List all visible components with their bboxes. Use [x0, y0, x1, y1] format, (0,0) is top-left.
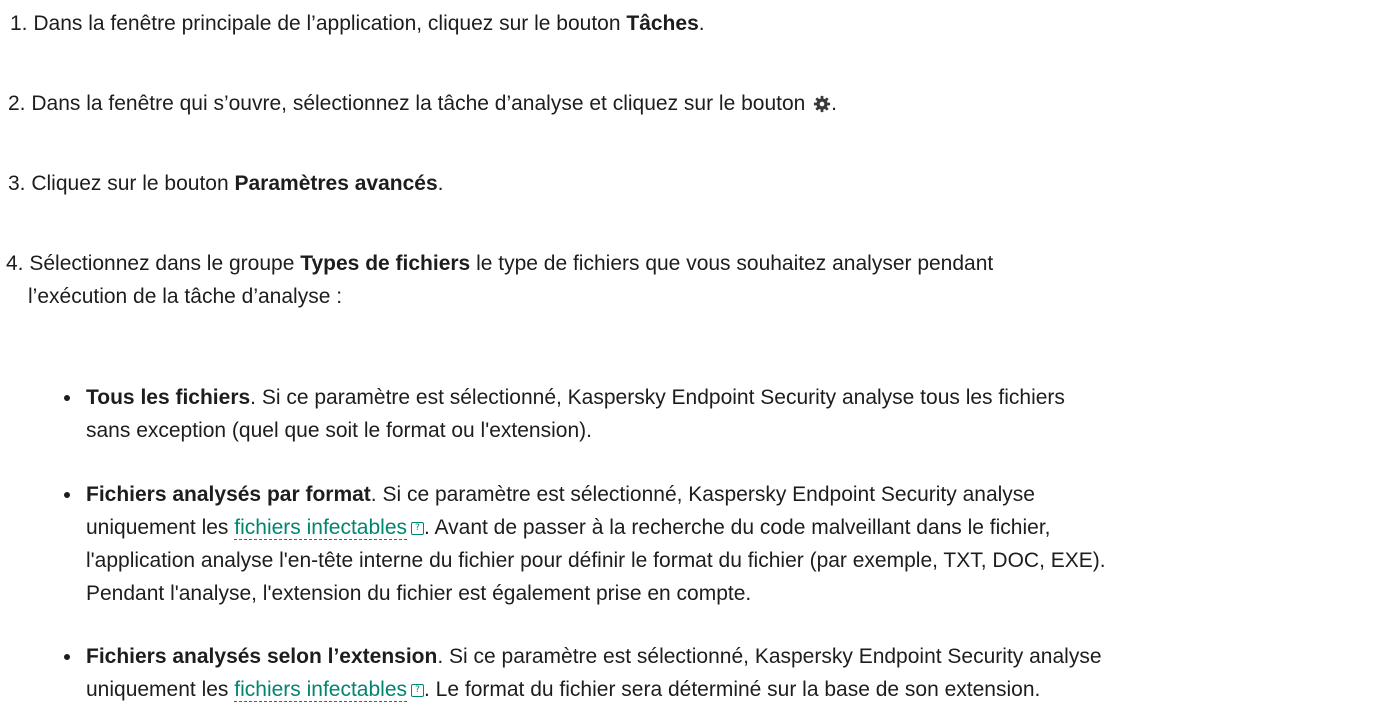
option-text: uniquement les — [86, 678, 235, 701]
step-text: Sélectionnez dans le groupe — [23, 252, 301, 275]
step-number: 3. — [8, 172, 26, 195]
option-title: Tous les fichiers — [86, 386, 251, 409]
step-text-cont: le type de fichiers que vous souhaitez a… — [470, 252, 994, 275]
fichiers-infectables-link[interactable]: fichiers infectables — [234, 678, 408, 702]
bullet — [64, 654, 70, 660]
option-text-line3: l'application analyse l'en-tête interne … — [86, 549, 1106, 572]
step-4: 4. Sélectionnez dans le groupe Types de … — [6, 247, 993, 313]
option-fichiers-par-format: Fichiers analysés par format. Si ce para… — [64, 478, 1376, 610]
help-icon[interactable]: ? — [411, 521, 425, 535]
option-title: Fichiers analysés par format — [86, 483, 371, 506]
option-title: Fichiers analysés selon l’extension — [86, 645, 438, 668]
step-text: Cliquez sur le bouton — [25, 172, 235, 195]
step-number: 4. — [6, 252, 24, 275]
gear-icon — [814, 95, 831, 113]
option-text: uniquement les — [86, 516, 235, 539]
step-3: 3. Cliquez sur le bouton Paramètres avan… — [8, 167, 443, 200]
ui-term-parametres-avances: Paramètres avancés — [234, 172, 438, 195]
fichiers-infectables-link[interactable]: fichiers infectables — [234, 516, 408, 540]
option-text: . Si ce paramètre est sélectionné, Kaspe… — [437, 645, 1102, 668]
step-number: 2. — [8, 92, 26, 115]
help-icon[interactable]: ? — [411, 683, 425, 697]
option-text: . Le format du fichier sera déterminé su… — [424, 678, 1041, 701]
step-punct: . — [831, 92, 837, 115]
option-text-line2: uniquement les fichiers infectables?. Av… — [86, 516, 1051, 540]
option-text: . Si ce paramètre est sélectionné, Kaspe… — [250, 386, 1065, 409]
step-text-line2: l’exécution de la tâche d’analyse : — [28, 285, 343, 308]
option-text-line2: sans exception (quel que soit le format … — [86, 419, 592, 442]
option-tous-les-fichiers: Tous les fichiers. Si ce paramètre est s… — [64, 381, 1376, 447]
bullet — [64, 492, 70, 498]
step-2: 2. Dans la fenêtre qui s’ouvre, sélectio… — [8, 87, 837, 120]
option-fichiers-par-extension: Fichiers analysés selon l’extension. Si … — [64, 640, 1376, 706]
step-punct: . — [437, 172, 444, 195]
option-text-line4: Pendant l'analyse, l'extension du fichie… — [86, 582, 752, 605]
step-number: 1. — [10, 12, 28, 35]
step-punct: . — [698, 12, 705, 35]
step-text: Dans la fenêtre principale de l’applicat… — [27, 12, 627, 35]
option-text: . Avant de passer à la recherche du code… — [424, 516, 1051, 539]
option-text: . Si ce paramètre est sélectionné, Kaspe… — [370, 483, 1035, 506]
option-text-line2: uniquement les fichiers infectables?. Le… — [86, 678, 1041, 702]
ui-term-taches: Tâches — [626, 12, 699, 35]
step-1: 1. Dans la fenêtre principale de l’appli… — [10, 7, 705, 40]
ui-term-types-de-fichiers: Types de fichiers — [300, 252, 471, 275]
bullet — [64, 395, 70, 401]
step-text: Dans la fenêtre qui s’ouvre, sélectionne… — [25, 92, 812, 115]
